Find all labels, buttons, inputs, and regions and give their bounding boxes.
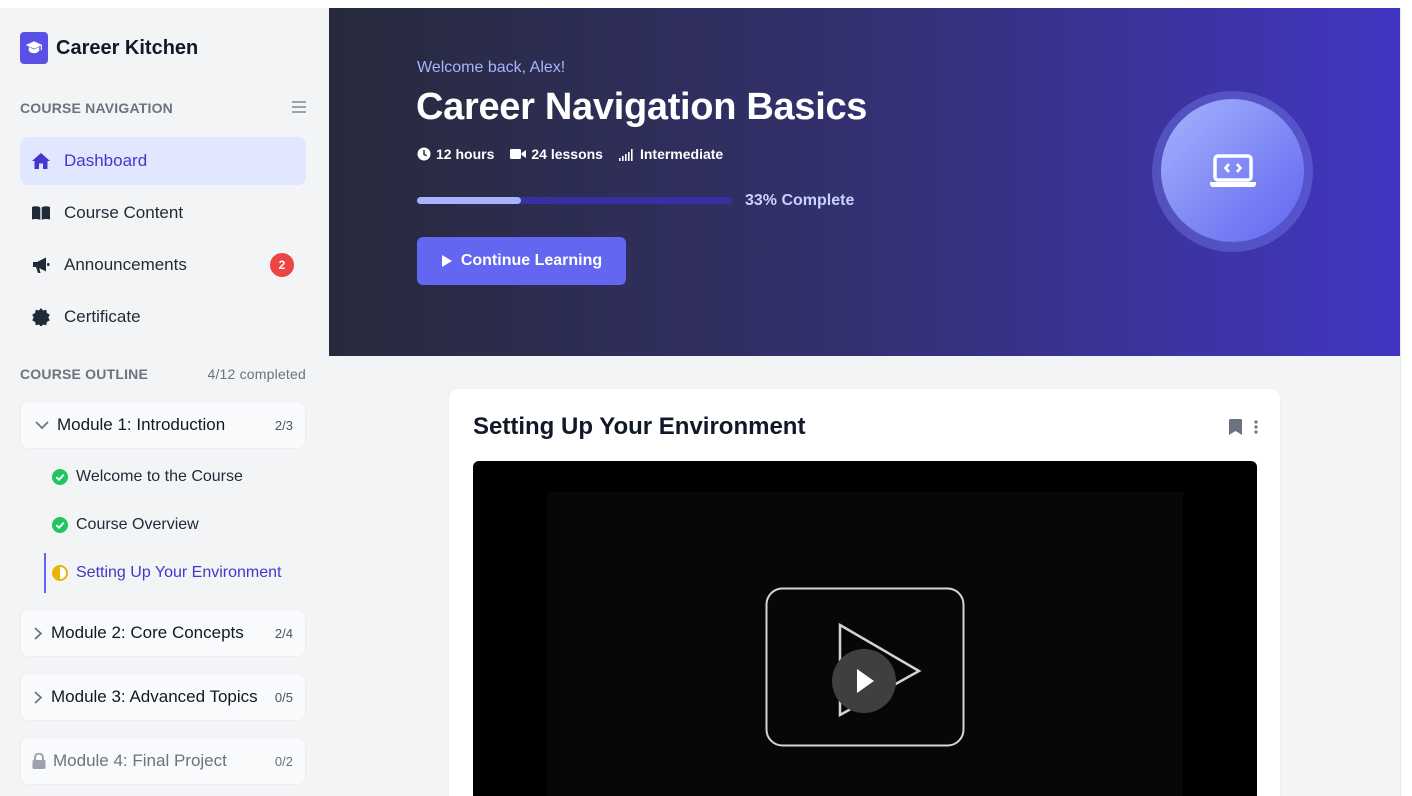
- course-hero: Welcome back, Alex! Career Navigation Ba…: [329, 8, 1400, 356]
- course-navigation-heading: COURSE NAVIGATION: [20, 100, 306, 116]
- continue-learning-label: Continue Learning: [460, 252, 603, 269]
- course-navigation-label: COURSE NAVIGATION: [20, 100, 173, 116]
- nav-item-label: Announcements: [64, 255, 187, 274]
- module-title: Module 4: Final Project: [53, 751, 227, 770]
- module-count: 2/3: [274, 417, 293, 433]
- lesson-card: Setting Up Your Environment: [449, 389, 1280, 796]
- graduation-cap-icon: [20, 32, 48, 64]
- play-icon: [441, 255, 452, 267]
- module-count: 0/5: [274, 689, 293, 705]
- chevron-right-icon: [31, 690, 45, 704]
- lesson-title: Course Overview: [76, 516, 199, 533]
- course-outline-label: COURSE OUTLINE: [20, 366, 149, 382]
- lesson-actions: [1217, 419, 1258, 435]
- top-strip: [0, 0, 1412, 8]
- menu-icon[interactable]: [292, 100, 306, 116]
- book-icon: [30, 202, 52, 224]
- duration-text: 12 hours: [436, 146, 495, 162]
- welcome-message: Welcome back, Alex!: [417, 59, 566, 76]
- module-4-header[interactable]: Module 4: Final Project 0/2: [20, 737, 306, 785]
- lock-icon: [31, 753, 47, 769]
- half-circle-icon: [52, 565, 68, 581]
- progress-label: 33% Complete: [745, 192, 855, 209]
- course-title: Career Navigation Basics: [416, 86, 868, 128]
- module-3-header[interactable]: Module 3: Advanced Topics 0/5: [20, 673, 306, 721]
- home-icon: [30, 150, 52, 172]
- module-title: Module 2: Core Concepts: [51, 623, 244, 642]
- course-progress-bar: [417, 197, 732, 204]
- course-outline-heading: COURSE OUTLINE 4/12 completed: [20, 366, 306, 382]
- lesson-title: Setting Up Your Environment: [76, 564, 282, 581]
- level-text: Intermediate: [639, 146, 724, 162]
- nav-item-announcements[interactable]: Announcements 2: [20, 241, 306, 289]
- main-content: Welcome back, Alex! Career Navigation Ba…: [329, 8, 1400, 796]
- outline-progress: 4/12 completed: [207, 366, 306, 382]
- clock-icon: [417, 147, 431, 161]
- page-right-edge: [1400, 8, 1412, 796]
- video-play-icon[interactable]: [765, 587, 965, 747]
- nav-item-certificate[interactable]: Certificate: [20, 293, 306, 341]
- module-2-header[interactable]: Module 2: Core Concepts 2/4: [20, 609, 306, 657]
- notification-badge: 2: [270, 253, 294, 277]
- hero-illustration: [1161, 99, 1304, 242]
- lesson-item-overview[interactable]: Course Overview: [44, 505, 306, 545]
- megaphone-icon: [30, 254, 52, 276]
- nav-item-label: Dashboard: [64, 151, 148, 170]
- chevron-down-icon: [33, 420, 51, 430]
- module-title: Module 1: Introduction: [57, 415, 226, 434]
- course-meta: 12 hours 24 lessons Intermediate: [417, 146, 739, 162]
- course-progress-fill: [417, 197, 521, 204]
- lessons-text: 24 lessons: [531, 146, 603, 162]
- module-count: 0/2: [274, 753, 293, 769]
- nav-item-label: Course Content: [64, 203, 184, 222]
- app-logo[interactable]: Career Kitchen: [20, 32, 198, 64]
- lesson-item-welcome[interactable]: Welcome to the Course: [44, 457, 306, 497]
- nav-item-label: Certificate: [64, 307, 141, 326]
- bookmark-icon[interactable]: [1229, 419, 1242, 435]
- module-title: Module 3: Advanced Topics: [51, 687, 258, 706]
- lesson-item-current[interactable]: Setting Up Your Environment: [44, 553, 306, 593]
- continue-learning-button[interactable]: Continue Learning: [417, 237, 626, 285]
- signal-bars-icon: [618, 148, 633, 161]
- check-circle-icon: [52, 517, 68, 533]
- duration-meta: 12 hours: [417, 146, 494, 162]
- app-name: Career Kitchen: [56, 36, 199, 59]
- module-1-header[interactable]: Module 1: Introduction 2/3: [20, 401, 306, 449]
- laptop-code-icon: [1209, 153, 1256, 187]
- nav-item-dashboard[interactable]: Dashboard: [20, 137, 306, 185]
- sidebar: Career Kitchen COURSE NAVIGATION Dashboa…: [0, 8, 329, 796]
- video-camera-icon: [510, 149, 527, 159]
- more-options-icon[interactable]: [1254, 420, 1258, 434]
- level-meta: Intermediate: [618, 146, 724, 162]
- module-count: 2/4: [274, 625, 293, 641]
- lesson-title: Setting Up Your Environment: [473, 413, 806, 440]
- check-circle-icon: [52, 469, 68, 485]
- lesson-title: Welcome to the Course: [76, 468, 243, 485]
- chevron-right-icon: [31, 626, 45, 640]
- nav-item-course-content[interactable]: Course Content: [20, 189, 306, 237]
- video-player[interactable]: [473, 461, 1257, 796]
- lessons-meta: 24 lessons: [510, 146, 603, 162]
- certificate-icon: [30, 306, 52, 328]
